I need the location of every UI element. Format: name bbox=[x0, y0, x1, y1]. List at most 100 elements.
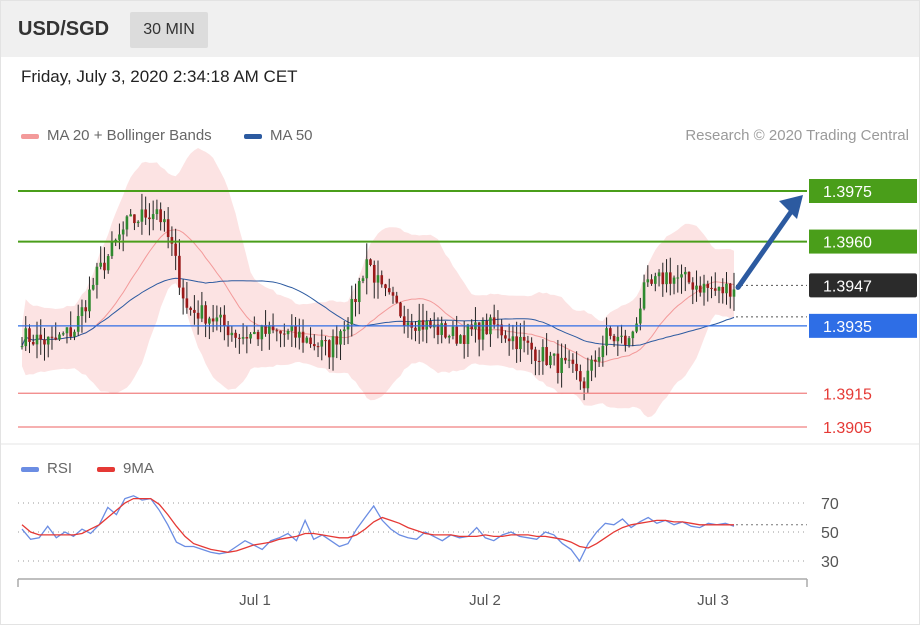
candle-body bbox=[286, 330, 290, 335]
candle-body bbox=[73, 331, 76, 337]
candle-body bbox=[148, 217, 151, 220]
candle-body bbox=[421, 320, 425, 330]
candle-body bbox=[477, 322, 481, 340]
candle-body bbox=[339, 331, 342, 345]
candle-body bbox=[676, 277, 680, 279]
candle-body bbox=[129, 214, 132, 217]
x-tick-label: Jul 2 bbox=[469, 592, 501, 609]
candle-body bbox=[567, 359, 571, 361]
candle-body bbox=[61, 333, 65, 335]
candle-body bbox=[395, 295, 399, 303]
candle-body bbox=[706, 283, 710, 288]
candle-body bbox=[50, 336, 54, 338]
candle-body bbox=[103, 262, 106, 271]
candle-body bbox=[106, 256, 110, 271]
candle-body bbox=[579, 371, 582, 382]
candle-body bbox=[410, 322, 414, 328]
candle-body bbox=[702, 283, 706, 293]
candle-body bbox=[725, 283, 728, 294]
candle-body bbox=[661, 272, 665, 285]
candle-body bbox=[84, 307, 88, 312]
candle-body bbox=[683, 271, 687, 275]
candle-body bbox=[91, 284, 95, 290]
candle-body bbox=[530, 342, 533, 350]
candle-body bbox=[391, 292, 395, 296]
candle-body bbox=[294, 326, 297, 338]
candle-body bbox=[369, 259, 372, 265]
candle-body bbox=[35, 334, 39, 345]
candle-body bbox=[406, 322, 410, 326]
candle-body bbox=[657, 272, 661, 277]
candle-body bbox=[208, 318, 211, 324]
candle-body bbox=[223, 314, 226, 326]
candle-body bbox=[552, 353, 556, 356]
candle-body bbox=[133, 214, 136, 224]
candle-body bbox=[118, 234, 121, 240]
candle-body bbox=[65, 327, 69, 334]
candle-body bbox=[612, 335, 616, 342]
level-1-3947-label: 1.3947 bbox=[823, 278, 872, 295]
candle-body bbox=[564, 357, 567, 361]
level-1-3905-label: 1.3905 bbox=[823, 420, 872, 437]
candle-body bbox=[526, 340, 530, 343]
candle-body bbox=[605, 328, 608, 346]
candle-body bbox=[54, 337, 58, 340]
candle-body bbox=[189, 307, 192, 310]
candle-body bbox=[211, 318, 215, 322]
candle-body bbox=[492, 317, 496, 325]
candle-body bbox=[290, 326, 294, 331]
candle-body bbox=[196, 312, 200, 319]
candle-body bbox=[346, 324, 350, 330]
candle-body bbox=[178, 255, 181, 288]
level-1-3915-label: 1.3915 bbox=[823, 386, 872, 403]
candle-body bbox=[451, 326, 455, 336]
candle-body bbox=[455, 326, 458, 344]
candle-body bbox=[560, 357, 563, 373]
candle-body bbox=[597, 357, 601, 362]
candle-body bbox=[586, 370, 590, 389]
candle-body bbox=[24, 328, 28, 347]
candle-body bbox=[185, 298, 189, 308]
candle-body bbox=[384, 284, 387, 289]
candle-body bbox=[151, 214, 155, 220]
candle-body bbox=[298, 331, 301, 338]
candle-body bbox=[507, 338, 511, 342]
candle-body bbox=[279, 330, 282, 334]
candle-body bbox=[20, 346, 24, 348]
candle-body bbox=[447, 335, 451, 338]
candle-body bbox=[181, 287, 185, 299]
candle-body bbox=[549, 355, 552, 366]
candle-body bbox=[440, 323, 444, 335]
rsi-tick-50: 50 bbox=[821, 525, 839, 542]
candle-body bbox=[541, 347, 545, 362]
candle-body bbox=[534, 349, 537, 361]
candle-body bbox=[515, 336, 518, 350]
candle-body bbox=[39, 334, 43, 340]
candle-body bbox=[204, 305, 207, 324]
candle-body bbox=[646, 279, 650, 283]
candle-body bbox=[728, 283, 732, 297]
candle-body bbox=[537, 360, 541, 362]
candle-body bbox=[698, 285, 702, 293]
candle-body bbox=[159, 209, 162, 223]
candle-body bbox=[511, 336, 515, 342]
candle-body bbox=[616, 336, 620, 342]
candle-body bbox=[43, 339, 46, 345]
candle-body bbox=[234, 332, 237, 338]
candle-body bbox=[166, 219, 170, 238]
candle-body bbox=[335, 336, 339, 345]
candle-body bbox=[155, 209, 159, 215]
candle-body bbox=[170, 237, 174, 244]
candle-body bbox=[350, 298, 354, 325]
candle-body bbox=[627, 338, 631, 345]
candle-body bbox=[76, 316, 80, 332]
candle-body bbox=[609, 328, 612, 336]
candle-body bbox=[163, 219, 166, 223]
candle-body bbox=[31, 341, 35, 345]
candle-body bbox=[717, 286, 721, 291]
candle-body bbox=[110, 241, 114, 257]
candle-body bbox=[504, 335, 507, 339]
candle-body bbox=[136, 221, 140, 224]
candle-body bbox=[365, 259, 369, 279]
candle-body bbox=[256, 331, 260, 340]
